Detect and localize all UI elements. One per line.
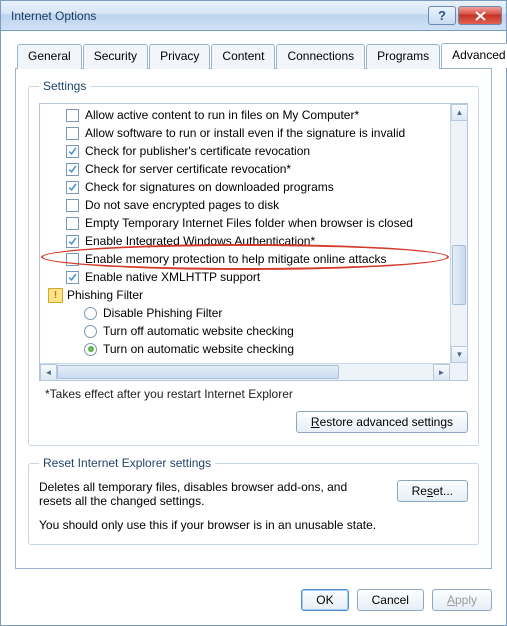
- checkbox[interactable]: [66, 163, 79, 176]
- setting-label: Check for server certificate revocation*: [85, 162, 291, 176]
- checkbox[interactable]: [66, 199, 79, 212]
- checkbox[interactable]: [66, 145, 79, 158]
- tab-panel: Settings Allow active content to run in …: [15, 68, 492, 569]
- tab-privacy[interactable]: Privacy: [149, 44, 210, 69]
- setting-row: Enable Integrated Windows Authentication…: [66, 232, 450, 250]
- checkbox[interactable]: [66, 109, 79, 122]
- help-button[interactable]: ?: [428, 6, 456, 25]
- reset-button[interactable]: Reset...: [397, 480, 468, 502]
- reset-group: Reset Internet Explorer settings Deletes…: [28, 456, 479, 545]
- setting-row: Allow active content to run in files on …: [66, 106, 450, 124]
- group-label: Phishing Filter: [67, 288, 143, 302]
- checkbox[interactable]: [66, 217, 79, 230]
- scroll-corner: [450, 363, 467, 380]
- setting-row: Turn off automatic website checking: [84, 322, 450, 340]
- setting-label: Allow active content to run in files on …: [85, 108, 359, 122]
- scroll-up-button[interactable]: ▲: [451, 104, 468, 121]
- restart-note: *Takes effect after you restart Internet…: [45, 387, 468, 401]
- setting-row: Turn on automatic website checking: [84, 340, 450, 358]
- setting-row: Disable Phishing Filter: [84, 304, 450, 322]
- checkbox[interactable]: [66, 271, 79, 284]
- setting-row: Allow software to run or install even if…: [66, 124, 450, 142]
- tab-content[interactable]: Content: [211, 44, 275, 69]
- reset-legend: Reset Internet Explorer settings: [39, 456, 215, 470]
- apply-button[interactable]: Apply: [432, 589, 492, 611]
- setting-row: Check for publisher's certificate revoca…: [66, 142, 450, 160]
- scroll-left-button[interactable]: ◄: [40, 364, 57, 381]
- setting-label: Check for publisher's certificate revoca…: [85, 144, 310, 158]
- setting-row: Check for signatures on downloaded progr…: [66, 178, 450, 196]
- titlebar[interactable]: Internet Options ?: [1, 1, 506, 31]
- reset-description: Deletes all temporary files, disables br…: [39, 480, 381, 508]
- tab-connections[interactable]: Connections: [276, 44, 365, 69]
- vertical-scrollbar[interactable]: ▲ ▼: [450, 104, 467, 363]
- checkbox[interactable]: [66, 181, 79, 194]
- setting-row: Enable memory protection to help mitigat…: [66, 250, 450, 268]
- warning-icon: !: [48, 288, 63, 303]
- setting-label: Empty Temporary Internet Files folder wh…: [85, 216, 413, 230]
- dialog-footer: OK Cancel Apply: [1, 579, 506, 625]
- close-icon: [475, 11, 486, 21]
- setting-row: Enable native XMLHTTP support: [66, 268, 450, 286]
- scroll-down-button[interactable]: ▼: [451, 346, 468, 363]
- reset-warning: You should only use this if your browser…: [39, 518, 468, 532]
- settings-legend: Settings: [39, 79, 90, 93]
- setting-label: Do not save encrypted pages to disk: [85, 198, 279, 212]
- setting-row: Empty Temporary Internet Files folder wh…: [66, 214, 450, 232]
- setting-label: Turn on automatic website checking: [103, 342, 294, 356]
- settings-list: Allow active content to run in files on …: [39, 103, 468, 381]
- horizontal-scroll-thumb[interactable]: [57, 365, 339, 379]
- setting-row: Do not save encrypted pages to disk: [66, 196, 450, 214]
- setting-label: Enable memory protection to help mitigat…: [85, 252, 387, 266]
- radio[interactable]: [84, 307, 97, 320]
- internet-options-window: Internet Options ? GeneralSecurityPrivac…: [0, 0, 507, 626]
- restore-defaults-button[interactable]: Restore advanced settings: [296, 411, 468, 433]
- checkbox[interactable]: [66, 253, 79, 266]
- setting-label: Check for signatures on downloaded progr…: [85, 180, 334, 194]
- close-button[interactable]: [458, 6, 502, 25]
- tabstrip: GeneralSecurityPrivacyContentConnections…: [15, 43, 492, 68]
- setting-label: Enable native XMLHTTP support: [85, 270, 260, 284]
- tab-advanced[interactable]: Advanced: [441, 43, 507, 68]
- setting-row: Check for server certificate revocation*: [66, 160, 450, 178]
- radio[interactable]: [84, 325, 97, 338]
- setting-label: Enable Integrated Windows Authentication…: [85, 234, 315, 248]
- cancel-button[interactable]: Cancel: [357, 589, 424, 611]
- ok-button[interactable]: OK: [301, 589, 348, 611]
- setting-label: Disable Phishing Filter: [103, 306, 222, 320]
- vertical-scroll-thumb[interactable]: [452, 245, 466, 305]
- radio[interactable]: [84, 343, 97, 356]
- setting-label: Turn off automatic website checking: [103, 324, 294, 338]
- setting-label: Allow software to run or install even if…: [85, 126, 405, 140]
- horizontal-scrollbar[interactable]: ◄ ►: [40, 363, 450, 380]
- tab-general[interactable]: General: [17, 44, 82, 69]
- group-header: ! Phishing Filter: [48, 286, 450, 304]
- checkbox[interactable]: [66, 127, 79, 140]
- settings-group: Settings Allow active content to run in …: [28, 79, 479, 446]
- window-title: Internet Options: [11, 9, 426, 23]
- tab-programs[interactable]: Programs: [366, 44, 440, 69]
- tab-security[interactable]: Security: [83, 44, 148, 69]
- scroll-right-button[interactable]: ►: [433, 364, 450, 381]
- checkbox[interactable]: [66, 235, 79, 248]
